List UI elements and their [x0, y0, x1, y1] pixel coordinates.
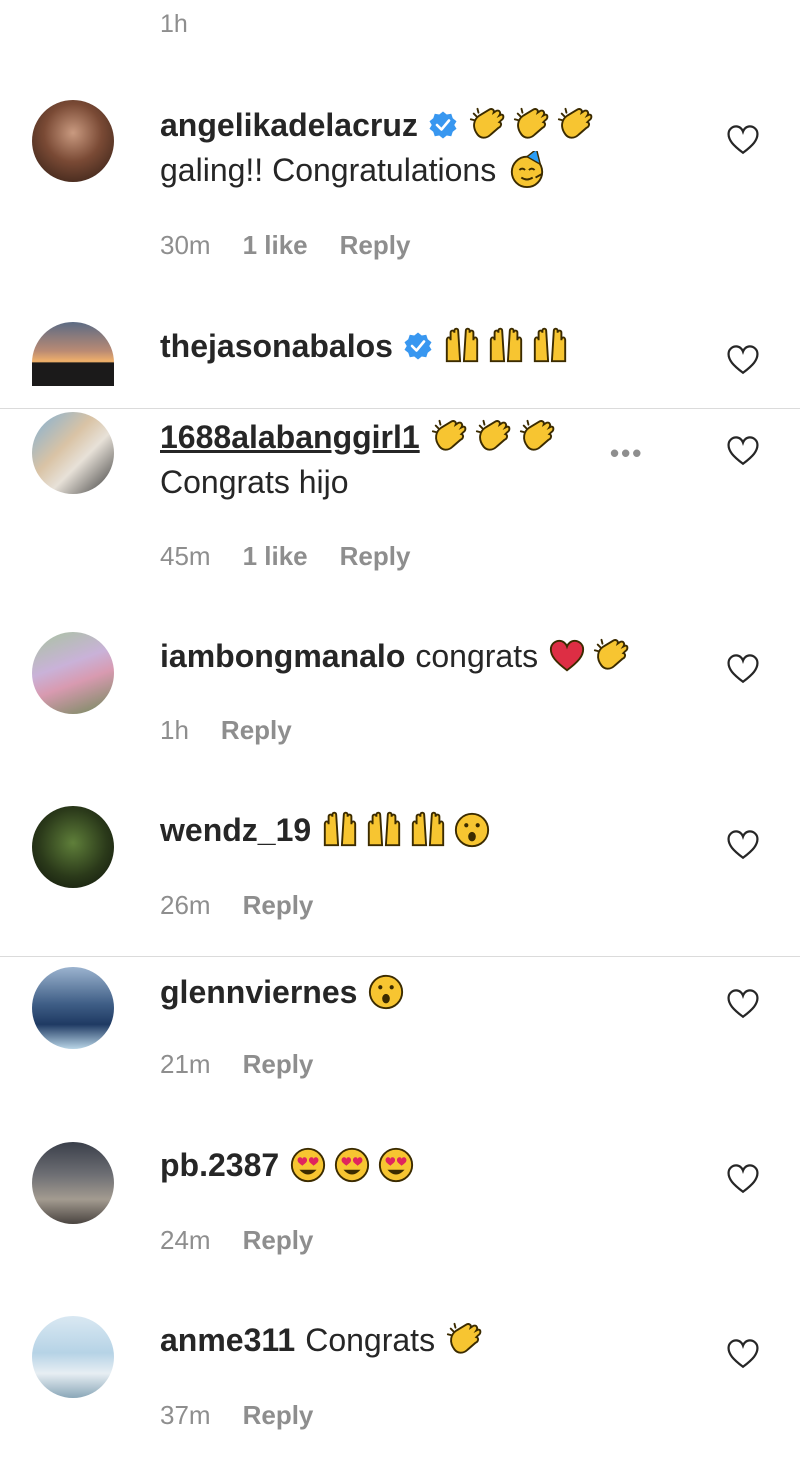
- comment-header: anme311 Congrats: [160, 1320, 483, 1360]
- red-heart-emoji: [548, 637, 586, 675]
- reply-button[interactable]: Reply: [243, 1225, 314, 1256]
- heart-eyes-emoji: [333, 1146, 371, 1184]
- avatar[interactable]: [32, 806, 114, 888]
- divider: [0, 408, 800, 409]
- clapping-hands-emoji: [556, 106, 594, 144]
- like-heart-icon[interactable]: [726, 343, 760, 377]
- raising-hands-emoji: [321, 811, 359, 849]
- comment-time[interactable]: 37m: [160, 1400, 211, 1431]
- raising-hands-emoji: [531, 327, 569, 365]
- comment-meta: 45m 1 like Reply: [160, 541, 410, 572]
- comment-meta: 24m Reply: [160, 1225, 313, 1256]
- like-heart-icon[interactable]: [726, 434, 760, 468]
- username-link[interactable]: 1688alabanggirl1: [160, 417, 420, 457]
- like-count[interactable]: 1 like: [243, 230, 308, 261]
- like-heart-icon[interactable]: [726, 987, 760, 1021]
- emoji-group: [468, 106, 594, 144]
- comment-body: Congrats hijo: [160, 464, 349, 500]
- comment-time[interactable]: 24m: [160, 1225, 211, 1256]
- comment-time[interactable]: 26m: [160, 890, 211, 921]
- comment-text: galing!! Congratulations: [160, 150, 546, 190]
- comment-meta: 30m 1 like Reply: [160, 230, 410, 261]
- username-link[interactable]: iambongmanalo: [160, 636, 405, 676]
- partying-face-emoji: [508, 151, 546, 189]
- avatar[interactable]: [32, 632, 114, 714]
- divider: [0, 956, 800, 957]
- comment-time[interactable]: 1h: [160, 715, 189, 746]
- heart-eyes-emoji: [289, 1146, 327, 1184]
- comment-body: galing!! Congratulations: [160, 152, 497, 188]
- raising-hands-emoji: [409, 811, 447, 849]
- reply-button[interactable]: Reply: [340, 230, 411, 261]
- comment-header: 1688alabanggirl1: [160, 417, 556, 457]
- surprised-face-emoji: [367, 973, 405, 1011]
- like-heart-icon[interactable]: [726, 1162, 760, 1196]
- like-heart-icon[interactable]: [726, 652, 760, 686]
- like-heart-icon[interactable]: [726, 828, 760, 862]
- username-link[interactable]: wendz_19: [160, 810, 311, 850]
- comment-header: thejasonabalos: [160, 326, 569, 366]
- clapping-hands-emoji: [445, 1321, 483, 1359]
- emoji-group: [367, 973, 405, 1011]
- verified-badge-icon: [403, 331, 433, 361]
- comment-meta: 21m Reply: [160, 1049, 313, 1080]
- reply-button[interactable]: Reply: [221, 715, 292, 746]
- reply-button[interactable]: Reply: [340, 541, 411, 572]
- avatar[interactable]: [32, 967, 114, 1049]
- reply-button[interactable]: Reply: [243, 1049, 314, 1080]
- comment-time[interactable]: 30m: [160, 230, 211, 261]
- comment-header: angelikadelacruz: [160, 105, 594, 145]
- like-heart-icon[interactable]: [726, 123, 760, 157]
- raising-hands-emoji: [487, 327, 525, 365]
- username-link[interactable]: angelikadelacruz: [160, 105, 418, 145]
- avatar[interactable]: [32, 1142, 114, 1224]
- like-count[interactable]: 1 like: [243, 541, 308, 572]
- verified-badge-icon: [428, 110, 458, 140]
- comment-meta: 26m Reply: [160, 890, 313, 921]
- avatar[interactable]: [32, 322, 114, 386]
- clapping-hands-emoji: [512, 106, 550, 144]
- username-link[interactable]: pb.2387: [160, 1145, 279, 1185]
- emoji-group: [289, 1146, 415, 1184]
- comment-meta: 1h Reply: [160, 715, 292, 746]
- comment-body: congrats: [415, 638, 539, 674]
- emoji-group: [321, 811, 491, 849]
- clapping-hands-emoji: [474, 418, 512, 456]
- raising-hands-emoji: [443, 327, 481, 365]
- comment-time[interactable]: 45m: [160, 541, 211, 572]
- clapping-hands-emoji: [430, 418, 468, 456]
- emoji-group: [430, 418, 556, 456]
- comment-body: Congrats: [305, 1322, 436, 1358]
- comment-header: pb.2387: [160, 1145, 415, 1185]
- emoji-group: [548, 637, 630, 675]
- avatar[interactable]: [32, 412, 114, 494]
- reply-button[interactable]: Reply: [243, 1400, 314, 1431]
- heart-eyes-emoji: [377, 1146, 415, 1184]
- emoji-group: [443, 327, 569, 365]
- username-link[interactable]: glennviernes: [160, 972, 357, 1012]
- comment-header: glennviernes: [160, 972, 405, 1012]
- username-link[interactable]: thejasonabalos: [160, 326, 393, 366]
- avatar[interactable]: [32, 1316, 114, 1398]
- more-options-button[interactable]: •••: [610, 438, 643, 469]
- surprised-face-emoji: [453, 811, 491, 849]
- comment-header: iambongmanalo congrats: [160, 636, 630, 676]
- clapping-hands-emoji: [468, 106, 506, 144]
- avatar[interactable]: [32, 100, 114, 182]
- username-link[interactable]: anme311: [160, 1320, 295, 1360]
- emoji-group: [445, 1321, 483, 1359]
- like-heart-icon[interactable]: [726, 1337, 760, 1371]
- clapping-hands-emoji: [592, 637, 630, 675]
- reply-button[interactable]: Reply: [243, 890, 314, 921]
- raising-hands-emoji: [365, 811, 403, 849]
- comment-meta: 37m Reply: [160, 1400, 313, 1431]
- comment-header: wendz_19: [160, 810, 491, 850]
- top-timestamp: 1h: [160, 10, 188, 38]
- clapping-hands-emoji: [518, 418, 556, 456]
- comment-time[interactable]: 21m: [160, 1049, 211, 1080]
